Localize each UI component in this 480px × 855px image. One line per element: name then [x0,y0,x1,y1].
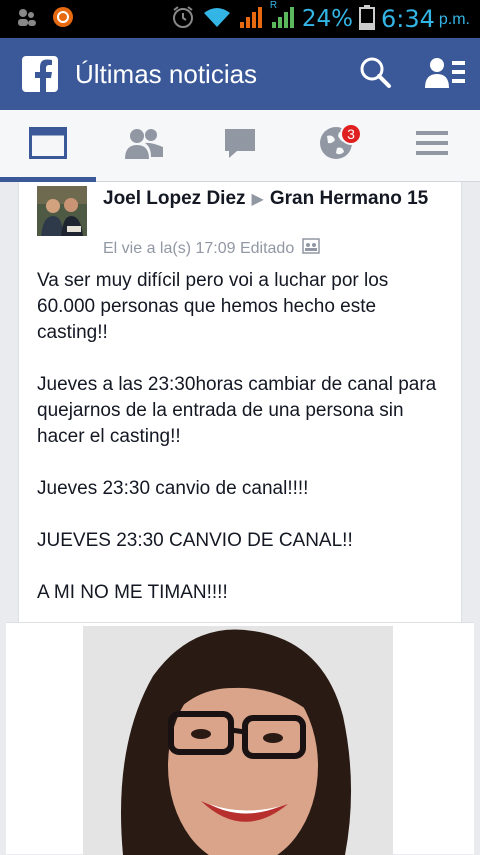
post-paragraph: Va ser muy difícil pero voi a luchar por… [37,270,389,343]
post-photo[interactable] [83,626,393,855]
alarm-icon [170,4,196,35]
friend-list-button[interactable] [410,38,480,110]
post-paragraph: Jueves a las 23:30horas cambiar de canal… [37,374,437,447]
clock-time: 6:34 [380,5,435,33]
news-feed-icon [29,127,67,164]
tab-bar: 3 [0,110,480,182]
feed-post: Joel Lopez Diez ▶ Gran Hermano 15 El vie a… [18,182,462,622]
signal-sim1-icon [238,4,264,35]
battery-percent: 24% [301,6,353,32]
post-timestamp[interactable]: El vie a la(s) 17:09 Editado [103,240,294,258]
tab-notifications[interactable]: 3 [288,110,384,181]
post-photo-frame [6,622,474,855]
friends-icon [123,127,165,164]
shared-to-arrow-icon: ▶ [251,191,264,208]
battery-icon [358,4,375,35]
clock-ampm: p.m. [438,11,470,28]
menu-icon [415,130,449,161]
facebook-logo-icon[interactable] [22,56,58,92]
audience-group-icon [302,238,320,259]
post-text: Va ser muy difícil pero voi a luchar por… [37,268,447,632]
contacts-list-icon [425,56,465,93]
search-icon [358,55,392,94]
chat-bubble-icon [223,127,257,164]
post-meta: El vie a la(s) 17:09 Editado [103,238,320,259]
wifi-icon [202,5,232,34]
avatar[interactable] [37,186,87,236]
status-bar: R 24% 6:34 p.m. [0,0,480,38]
app-header: Últimas noticias [0,38,480,110]
roaming-label: R [269,0,278,11]
post-paragraph: A MI NO ME TIMAN!!!! [37,582,228,603]
notification-orange-app-icon [52,6,74,33]
post-paragraph: Jueves 23:30 canvio de canal!!!! [37,478,309,499]
notification-app-icon [16,6,38,33]
tab-more[interactable] [384,110,480,181]
tab-friend-requests[interactable] [96,110,192,181]
tab-news-feed[interactable] [0,110,96,182]
search-button[interactable] [340,38,410,110]
author-name[interactable]: Joel Lopez Diez [103,188,246,209]
notifications-badge: 3 [340,123,362,145]
group-name[interactable]: Gran Hermano 15 [270,188,428,209]
tab-messages[interactable] [192,110,288,181]
post-header: Joel Lopez Diez ▶ Gran Hermano 15 [103,186,443,213]
post-paragraph: JUEVES 23:30 CANVIO DE CANAL!! [37,530,353,551]
page-title: Últimas noticias [75,58,258,89]
signal-sim2-icon: R [270,0,296,35]
